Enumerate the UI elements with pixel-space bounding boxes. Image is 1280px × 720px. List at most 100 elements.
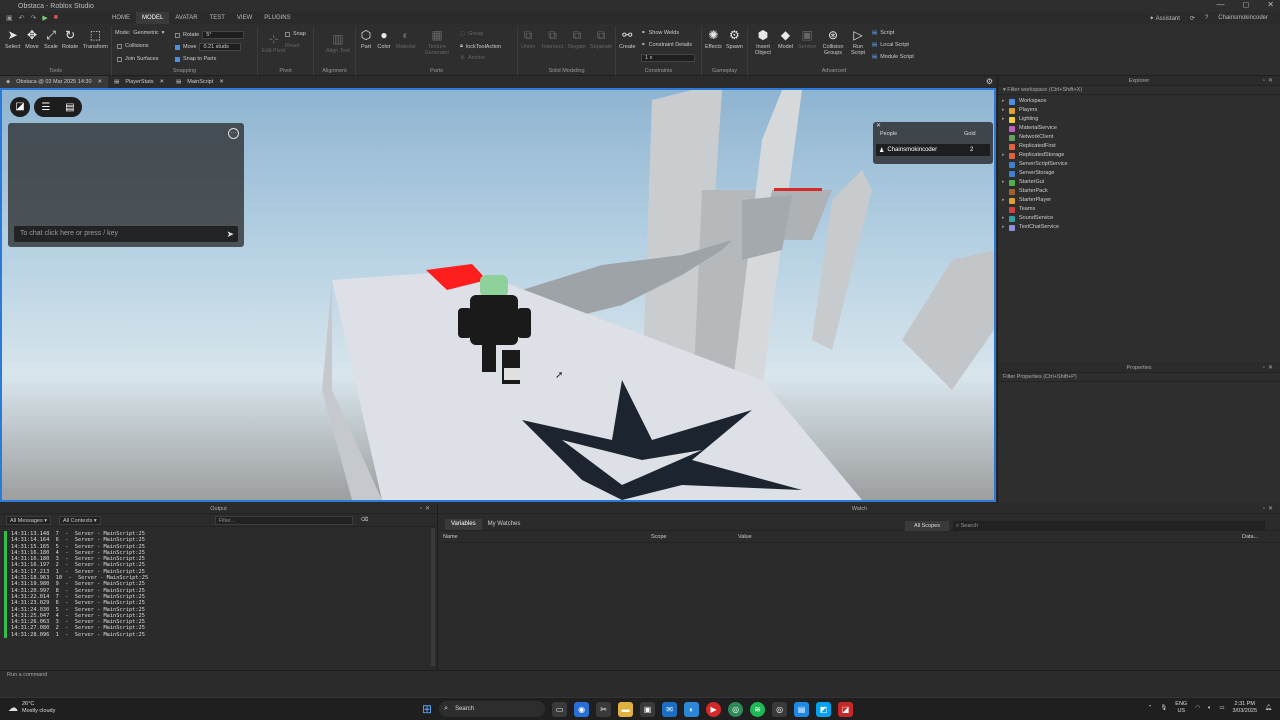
explorer-item[interactable]: MaterialService [998,124,1280,133]
chat-bubble-icon[interactable]: ▤ [65,102,74,113]
material-button[interactable]: ◐ Material [396,28,416,50]
tab-plugins[interactable]: PLUGINS [258,12,296,24]
explorer-item[interactable]: ▸ ReplicatedStorage [998,151,1280,160]
save-icon[interactable]: ▣ [6,14,13,22]
tab-place[interactable]: ◈ Obstaca @ 03 Mar 2025 14:30 ✕ [0,76,109,88]
move-snap-checkbox[interactable] [175,44,180,50]
panel-controls-icon[interactable]: ▫✕ [1263,504,1276,514]
union-button[interactable]: ⧉ Union [521,28,535,50]
column-data[interactable]: Data... [1242,534,1258,540]
chrome-profile-icon[interactable]: ◎ [772,701,788,717]
select-tool[interactable]: ➤ Select [5,28,20,50]
roblox-player-icon[interactable]: ◪ [838,701,854,717]
more-options-icon[interactable]: ··· [228,128,239,139]
explorer-item[interactable]: ▸ Workspace [998,97,1280,106]
output-scrollbar[interactable] [431,528,435,666]
contexts-select[interactable]: All Contexts ▾ [59,515,101,525]
close-icon[interactable]: ✕ [876,122,881,129]
texture-generator-button[interactable]: ▦ Texture Generator [423,28,451,56]
send-icon[interactable]: ➤ [226,226,234,242]
close-icon[interactable]: ✕ [159,76,164,88]
roblox-menu-button[interactable]: ◪ [10,97,30,117]
tab-home[interactable]: HOME [106,12,136,24]
constraint-scale-value[interactable]: 1 x [641,54,695,62]
minimize-button[interactable]: — [1217,0,1225,9]
negate-button[interactable]: ⧉ Negate [568,28,586,50]
separate-button[interactable]: ⧉ Separate [590,28,612,50]
hamburger-icon[interactable]: ☰ [41,102,50,113]
constraint-scale-select[interactable]: 1 x [641,54,695,62]
rotate-snap-checkbox[interactable] [175,32,180,38]
weather-widget[interactable]: ☁ 26°C Mostly cloudy [8,701,55,715]
outlook-icon[interactable]: ✉ [662,701,678,717]
tab-avatar[interactable]: AVATAR [169,12,203,24]
local-script-button[interactable]: ▤ Local Script [872,42,909,48]
language-indicator[interactable]: ENG US [1175,701,1187,715]
store-icon[interactable]: ▣ [640,701,656,717]
service-button[interactable]: ▣ Service [798,28,816,50]
run-script-button[interactable]: ▷ Run Script [850,28,866,56]
module-script-button[interactable]: ▤ Module Script [872,54,914,60]
close-icon[interactable]: ✕ [98,76,103,88]
explorer-item[interactable]: ▸ TextChatService [998,223,1280,232]
play-icon[interactable]: ▶ [42,14,47,22]
collision-groups-button[interactable]: ⊛ Collision Groups [820,28,846,56]
group-button[interactable]: ▢ Group [460,31,484,37]
leaderboard-row[interactable]: ♟ Chainsmokincoder 2 [876,144,990,156]
lock-button[interactable]: 🔒︎ lockToolAction [460,43,501,50]
watch-search-input[interactable]: ⌕ Search [953,521,1265,531]
edge-icon[interactable]: ◐ [684,701,700,717]
column-name[interactable]: Name [443,534,458,540]
tab-test[interactable]: TEST [204,12,231,24]
help-icon[interactable]: ? [1205,15,1208,21]
explorer-item[interactable]: Teams [998,205,1280,214]
spawn-button[interactable]: ⚙ Spawn [726,28,743,50]
align-tool-button[interactable]: ▥ Align Tool [326,32,350,54]
scale-tool[interactable]: ⤢ Scale [44,28,58,50]
move-snap[interactable]: Move 0.21 studs [175,43,242,51]
notepad-icon[interactable]: ▤ [794,701,810,717]
snap-to-parts-checkbox[interactable] [175,56,180,62]
explorer-item[interactable]: ▸ Players [998,106,1280,115]
properties-filter[interactable]: Filter Properties (Ctrl+Shift+P) [998,373,1280,382]
explorer-item[interactable]: StarterPack [998,187,1280,196]
anchor-button[interactable]: ⚓︎ Anchor [460,55,485,61]
tab-view[interactable]: VIEW [231,12,258,24]
collisions-checkbox[interactable] [117,43,122,49]
wifi-icon[interactable]: ◠ [1195,705,1200,711]
column-value[interactable]: Value [738,534,752,540]
expand-arrow-icon[interactable]: ▸ [1002,97,1009,106]
notifications-icon[interactable]: 🔔︎ [1265,705,1272,711]
mode-selector[interactable]: Mode: Geometric ▾ [115,30,164,36]
rotate-snap[interactable]: Rotate 5° [175,31,245,39]
output-filter-input[interactable]: Filter... [214,515,353,525]
tab-variables[interactable]: Variables [445,519,482,530]
rotate-snap-input[interactable]: 5° [202,31,245,39]
messages-select[interactable]: All Messages ▾ [6,515,52,525]
explorer-item[interactable]: ServerScriptService [998,160,1280,169]
gear-icon[interactable]: ⚙ [986,77,993,86]
close-button[interactable]: ✕ [1267,0,1274,9]
explorer-item[interactable]: ▸ StarterGui [998,178,1280,187]
battery-icon[interactable]: ▭ [1219,705,1224,711]
stop-icon[interactable]: ■ [54,14,58,22]
intersect-button[interactable]: ⧉ Intersect [542,28,563,50]
column-scope[interactable]: Scope [651,534,667,540]
snipping-icon[interactable]: ✂ [596,701,612,717]
youtube-icon[interactable]: ▶ [706,701,722,717]
edit-pivot-button[interactable]: ⊹ Edit Pivot [262,32,285,54]
transform-tool[interactable]: ⬚ Transform [83,28,108,50]
panel-controls-icon[interactable]: ▫✕ [420,504,433,514]
show-welds-toggle[interactable]: ⚭ Show Welds [641,30,679,36]
expand-arrow-icon[interactable]: ▸ [1002,151,1009,160]
maximize-button[interactable]: ◻ [1243,0,1250,9]
explorer-item[interactable]: NetworkClient [998,133,1280,142]
color-button[interactable]: ● Color [377,28,391,50]
clock[interactable]: 2:31 PM 3/03/2025 [1233,701,1257,715]
redo-icon[interactable]: ↷ [31,14,37,22]
tab-playerstats[interactable]: ▤ PlayerStats ✕ [108,76,170,88]
effects-button[interactable]: ✺ Effects [705,28,722,50]
create-constraint-button[interactable]: ⚯ Create [619,28,636,50]
chrome-icon[interactable]: ◎ [728,701,744,717]
windows-start-icon[interactable]: ⊞ [422,702,432,716]
